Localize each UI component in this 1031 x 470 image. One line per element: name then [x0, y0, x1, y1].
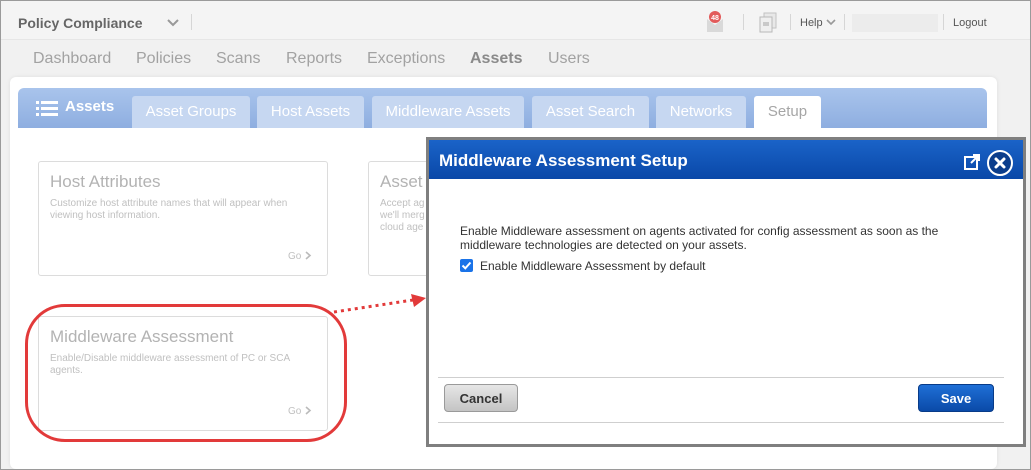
- document-icon[interactable]: [758, 12, 778, 34]
- card-title: Host Attributes: [50, 172, 161, 191]
- menu-icon: [36, 101, 58, 116]
- top-bar: Policy Compliance 48 Help Logout: [1, 1, 1030, 39]
- popout-icon[interactable]: [963, 153, 981, 171]
- checkbox-label[interactable]: Enable Middleware Assessment by default: [480, 259, 705, 273]
- divider: [438, 422, 1004, 423]
- dialog-message: Enable Middleware assessment on agents a…: [460, 224, 939, 252]
- svg-text:48: 48: [711, 15, 719, 22]
- divider: [943, 14, 944, 30]
- close-icon: [994, 157, 1006, 169]
- app-switcher[interactable]: Policy Compliance: [18, 15, 142, 31]
- divider: [844, 14, 845, 30]
- module-title: Assets: [65, 98, 115, 115]
- chevron-right-icon: [305, 251, 312, 260]
- nav-item-policies[interactable]: Policies: [136, 50, 191, 68]
- tab-setup[interactable]: Setup: [754, 96, 821, 128]
- cancel-button[interactable]: Cancel: [444, 384, 518, 412]
- tab-asset-search[interactable]: Asset Search: [532, 96, 649, 128]
- divider: [438, 377, 1004, 378]
- close-button[interactable]: [987, 150, 1013, 176]
- nav-item-dashboard[interactable]: Dashboard: [33, 50, 111, 68]
- divider: [191, 14, 192, 30]
- divider: [790, 14, 791, 30]
- app-window: Policy Compliance 48 Help Logout Dashboa…: [0, 0, 1031, 470]
- nav-item-users[interactable]: Users: [548, 50, 590, 68]
- middleware-assessment-dialog: Middleware Assessment Setup Enable Middl…: [426, 137, 1026, 447]
- main-nav: Dashboard Policies Scans Reports Excepti…: [1, 39, 1030, 77]
- tab-asset-groups[interactable]: Asset Groups: [132, 96, 250, 128]
- user-menu[interactable]: [852, 14, 938, 32]
- tab-networks[interactable]: Networks: [656, 96, 746, 128]
- nav-item-assets[interactable]: Assets: [470, 50, 522, 68]
- dialog-header: Middleware Assessment Setup: [429, 140, 1023, 179]
- chevron-down-icon[interactable]: [165, 14, 181, 30]
- nav-item-scans[interactable]: Scans: [216, 50, 260, 68]
- tab-middleware-assets[interactable]: Middleware Assets: [372, 96, 524, 128]
- save-button[interactable]: Save: [918, 384, 994, 412]
- card-host-attributes: Host Attributes Customize host attribute…: [38, 161, 328, 276]
- nav-item-reports[interactable]: Reports: [286, 50, 342, 68]
- card-go-link[interactable]: Go: [288, 251, 312, 262]
- chevron-down-icon[interactable]: [825, 16, 837, 28]
- annotation-arrow: [333, 294, 426, 314]
- card-description: Customize host attribute names that will…: [50, 198, 288, 221]
- notification-icon[interactable]: 48: [705, 11, 725, 33]
- annotation-highlight-ring: [25, 304, 347, 442]
- card-title: Asset: [380, 172, 423, 191]
- enable-middleware-checkbox[interactable]: [460, 259, 473, 272]
- dialog-title: Middleware Assessment Setup: [439, 151, 688, 170]
- tab-host-assets[interactable]: Host Assets: [257, 96, 364, 128]
- help-menu[interactable]: Help: [800, 17, 823, 29]
- nav-item-exceptions[interactable]: Exceptions: [367, 50, 445, 68]
- divider: [743, 14, 744, 30]
- logout-link[interactable]: Logout: [953, 17, 987, 29]
- checkmark-icon: [461, 261, 472, 270]
